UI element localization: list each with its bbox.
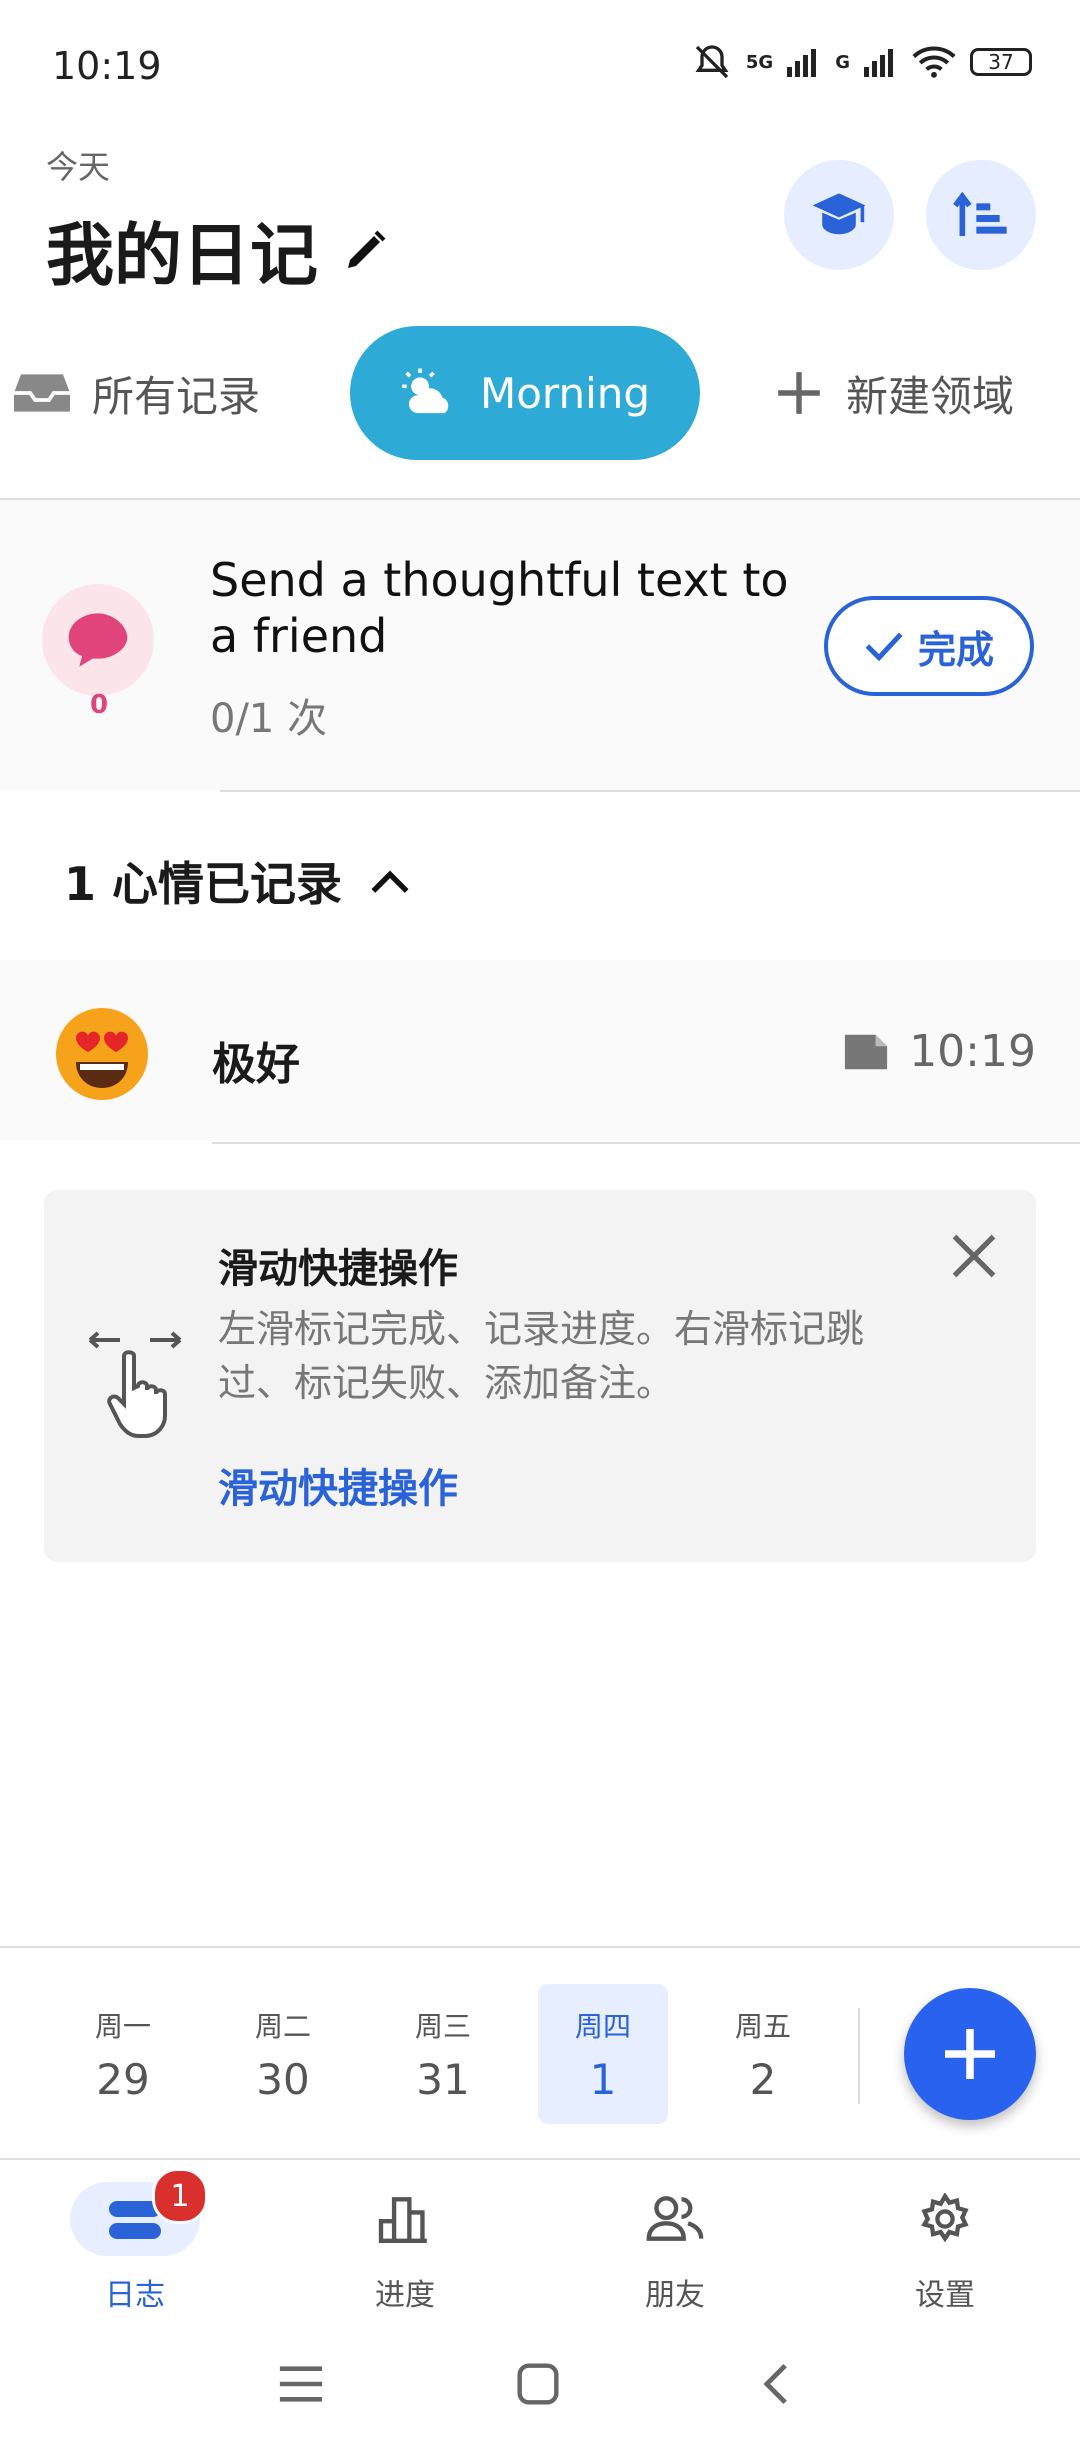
- nav-icon-pill: [880, 2182, 1010, 2256]
- home-icon[interactable]: [516, 2362, 560, 2406]
- done-label: 完成: [917, 627, 994, 672]
- swipe-hand-icon: [80, 1320, 190, 1440]
- mood-time-wrap: 10:19: [843, 1026, 1036, 1077]
- day-name: 周四: [574, 2009, 631, 2043]
- day-name: 周五: [734, 2009, 791, 2043]
- mood-header-label: 1 心情已记录: [64, 857, 343, 911]
- friends-icon: [646, 2196, 704, 2241]
- day-date: 29: [96, 2054, 150, 2104]
- tab-label: 新建领域: [846, 371, 1015, 421]
- add-button[interactable]: [904, 1988, 1036, 2120]
- task-item[interactable]: 0 Send a thoughtful text to a friend 0/1…: [0, 500, 1080, 790]
- tab-label: 所有记录: [92, 371, 261, 421]
- day-date: 30: [256, 2054, 310, 2104]
- nav-settings[interactable]: 设置: [860, 2182, 1030, 2314]
- divider: [220, 790, 1080, 792]
- plus-icon: [945, 2029, 995, 2079]
- pencil-icon[interactable]: [342, 226, 390, 274]
- tip-body: 左滑标记完成、记录进度。右滑标记跳过、标记失败、添加备注。: [218, 1307, 865, 1405]
- day-thu[interactable]: 周四 1: [538, 1984, 668, 2124]
- signal-icon: [787, 49, 817, 77]
- tip-title: 滑动快捷操作: [218, 1246, 458, 1292]
- date-label: 今天: [46, 148, 111, 186]
- graduation-cap-icon: [812, 193, 866, 235]
- task-count: 0: [90, 690, 109, 720]
- tab-label: Morning: [479, 368, 651, 418]
- divider: [212, 1142, 1080, 1144]
- nav-icon-pill: 1: [70, 2168, 208, 2256]
- nav-icon-pill: [610, 2182, 740, 2256]
- mood-time: 10:19: [909, 1026, 1036, 1077]
- task-icon: [42, 584, 154, 696]
- day-date: 2: [749, 2054, 777, 2104]
- signal-icon: [864, 49, 893, 77]
- tip-link[interactable]: 滑动快捷操作: [218, 1456, 458, 1514]
- sort-button[interactable]: [926, 160, 1036, 270]
- nav-progress[interactable]: 进度: [320, 2182, 490, 2314]
- day-name: 周二: [254, 2009, 311, 2043]
- bell-muted-icon: [695, 45, 729, 79]
- check-icon: [865, 632, 903, 662]
- area-tabs: 所有记录 Morning 新建领域: [0, 326, 1080, 460]
- tab-new-area[interactable]: 新建领域: [774, 326, 1014, 460]
- back-icon[interactable]: [758, 2362, 794, 2406]
- day-tue[interactable]: 周二 30: [218, 1984, 348, 2124]
- task-title: Send a thoughtful text to a friend: [210, 553, 789, 663]
- nav-label: 朋友: [645, 2278, 705, 2313]
- note-icon: [845, 1034, 888, 1069]
- day-date: 1: [589, 2054, 617, 2104]
- nav-journal[interactable]: 1 日志: [50, 2168, 220, 2314]
- partly-sunny-icon: [402, 368, 449, 414]
- sort-icon: [953, 191, 1007, 236]
- page-title: 我的日记: [46, 217, 319, 296]
- plus-icon: [778, 372, 820, 414]
- task-progress: 0/1 次: [210, 696, 328, 742]
- day-mon[interactable]: 周一 29: [58, 1984, 188, 2124]
- close-icon[interactable]: [948, 1230, 1000, 1282]
- bar-chart-icon: [378, 2197, 427, 2243]
- network-g-label: G: [835, 51, 850, 73]
- mood-section-header[interactable]: 1 心情已记录: [64, 848, 410, 914]
- day-fri[interactable]: 周五 2: [698, 1984, 828, 2124]
- notification-badge: 1: [152, 2168, 208, 2224]
- bottom-nav: 1 日志 进度 朋友 设置: [0, 2160, 1080, 2320]
- system-nav-bar: [0, 2330, 1080, 2460]
- tab-morning[interactable]: Morning: [350, 326, 700, 460]
- day-name: 周三: [414, 2009, 471, 2043]
- network-5g-label: 5G: [745, 51, 774, 73]
- day-wed[interactable]: 周三 31: [378, 1984, 508, 2124]
- tab-all-records[interactable]: 所有记录: [14, 326, 260, 460]
- nav-label: 进度: [375, 2278, 435, 2313]
- nav-friends[interactable]: 朋友: [590, 2182, 760, 2314]
- status-time: 10:19: [52, 44, 162, 88]
- done-button[interactable]: 完成: [824, 596, 1034, 696]
- nav-label: 日志: [105, 2278, 165, 2313]
- nav-icon-pill: [340, 2182, 470, 2256]
- mood-label: 极好: [212, 1039, 300, 1090]
- swipe-tip-card: 滑动快捷操作 左滑标记完成、记录进度。右滑标记跳过、标记失败、添加备注。 滑动快…: [44, 1190, 1036, 1562]
- divider: [858, 2008, 860, 2104]
- week-strip: 周一 29 周二 30 周三 31 周四 1 周五 2: [0, 1948, 1080, 2158]
- mood-entry[interactable]: 极好 10:19: [0, 960, 1080, 1140]
- day-name: 周一: [94, 2009, 151, 2043]
- status-icons: 5G G 37: [692, 42, 1032, 82]
- chat-bubble-icon: [68, 613, 128, 667]
- battery-icon: 37: [970, 48, 1032, 76]
- learn-button[interactable]: [784, 160, 894, 270]
- page-title-row: 我的日记: [46, 200, 390, 299]
- wifi-icon: [912, 46, 956, 78]
- day-date: 31: [416, 2054, 470, 2104]
- nav-label: 设置: [915, 2278, 975, 2313]
- chevron-up-icon: [371, 870, 409, 893]
- heart-eyes-emoji-icon: [56, 1008, 148, 1100]
- gear-icon: [921, 2193, 969, 2243]
- inbox-icon: [14, 374, 70, 412]
- menu-icon[interactable]: [278, 2364, 324, 2404]
